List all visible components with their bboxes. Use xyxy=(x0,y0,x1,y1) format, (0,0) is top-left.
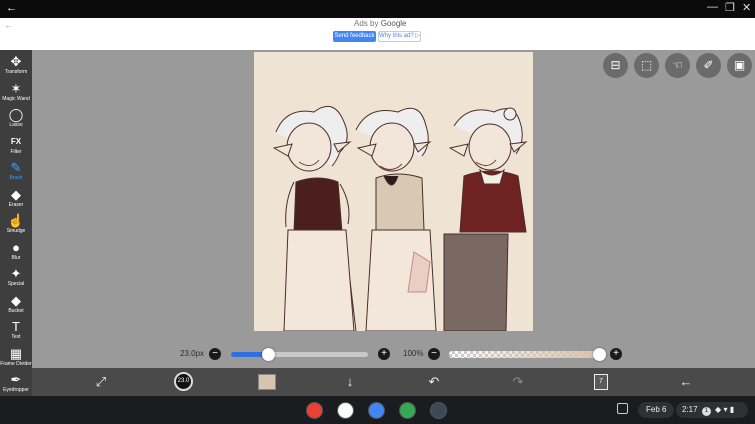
text-icon: T xyxy=(12,319,20,334)
signal-icon: ◆ xyxy=(715,405,722,414)
shelf-app-play-store[interactable] xyxy=(399,402,416,419)
tool-special[interactable]: ✦ Special xyxy=(0,266,32,292)
blur-drop-icon: ● xyxy=(12,239,20,255)
ads-brand: Google xyxy=(380,19,407,28)
tool-label: Bucket xyxy=(8,307,24,314)
tool-label: Blur xyxy=(11,254,21,261)
maximize-icon[interactable]: ❐ xyxy=(725,1,735,14)
image-reference-icon[interactable]: ▣ xyxy=(727,53,752,78)
opacity-minus-button[interactable]: − xyxy=(428,348,440,360)
ad-banner: ← Ads by Google Send feedback Why this a… xyxy=(0,18,755,50)
selection-tools-icon[interactable]: ⤢ xyxy=(92,373,110,391)
download-icon[interactable]: ↓ xyxy=(341,373,359,391)
brush-size-knob[interactable] xyxy=(261,348,275,361)
brush-size-plus-button[interactable]: + xyxy=(378,348,390,360)
tool-label: Brush xyxy=(9,175,23,181)
eraser-icon: ◆ xyxy=(11,186,21,202)
tool-label: Eraser xyxy=(8,201,24,208)
brush-size-minus-button[interactable]: − xyxy=(209,348,221,360)
minimize-icon[interactable]: — xyxy=(707,1,718,13)
tool-brush[interactable]: ✎ Brush xyxy=(0,160,32,186)
date-label: Feb 6 xyxy=(646,405,667,414)
tool-bucket[interactable]: ◆ Bucket xyxy=(0,293,32,319)
tool-label: Text xyxy=(11,334,21,340)
hand-tool-icon[interactable]: ☜ xyxy=(665,53,690,78)
layers-button[interactable]: 7 xyxy=(594,374,608,390)
magic-wand-icon: ✶ xyxy=(10,80,22,96)
shelf-app-ibispaint[interactable] xyxy=(430,402,447,419)
tool-label: Eyedropper xyxy=(3,387,29,393)
tool-label: Transform xyxy=(4,69,28,75)
tool-label: Lasso xyxy=(9,122,23,128)
brush-color-value: 23.0 xyxy=(177,378,190,384)
tool-eyedropper[interactable]: ✒ Eyedropper xyxy=(0,372,32,398)
lasso-icon: ◯ xyxy=(8,107,24,122)
tool-blur[interactable]: ● Blur xyxy=(0,240,32,266)
date-chip[interactable]: Feb 6 xyxy=(638,402,675,418)
os-shelf: Feb 6 2:17 1 ◆ ▾ ▮ xyxy=(0,396,755,424)
ad-back-icon[interactable]: ← xyxy=(4,20,13,30)
left-toolbar: ✥ Transform ✶ Magic Wand ◯ Lasso FX Filter ✎ Brus… xyxy=(0,50,32,396)
fx-icon: FX xyxy=(10,136,22,146)
drawing-canvas[interactable] xyxy=(254,52,533,331)
back-icon[interactable]: ← xyxy=(677,373,695,391)
window-back-icon[interactable]: ← xyxy=(6,2,17,14)
tool-smudge[interactable]: ☝ Smudge xyxy=(0,213,32,239)
why-this-ad-button[interactable]: Why this ad? ▷ xyxy=(378,31,421,42)
undo-icon[interactable]: ↶ xyxy=(425,373,443,391)
tool-transform[interactable]: ✥ Transform xyxy=(0,54,32,80)
tote-icon[interactable] xyxy=(617,403,628,414)
brush-size-label: 23.0px xyxy=(180,349,205,358)
bottom-bar: ⤢ 23.0 ↓ ↶ ↷ 7 ← xyxy=(32,368,755,396)
close-icon[interactable]: ✕ xyxy=(742,1,751,14)
opacity-slider[interactable] xyxy=(449,351,599,358)
shelf-app-gmail[interactable] xyxy=(337,402,354,419)
layer-count: 7 xyxy=(599,378,603,385)
tool-filter[interactable]: FX Filter xyxy=(0,134,32,160)
tool-label: Filter xyxy=(10,148,22,155)
ads-by-label: Ads by Google xyxy=(354,19,407,28)
tool-label: Magic Wand xyxy=(2,95,30,102)
figure-left xyxy=(272,105,357,331)
smudge-icon: ☝ xyxy=(7,213,25,228)
opacity-plus-button[interactable]: + xyxy=(610,348,622,360)
brush-icon: ✎ xyxy=(10,160,22,175)
battery-icon: ▮ xyxy=(729,405,735,414)
tool-lasso[interactable]: ◯ Lasso xyxy=(0,107,32,133)
shelf-app-docs[interactable] xyxy=(368,402,385,419)
redo-icon[interactable]: ↷ xyxy=(509,373,527,391)
wifi-icon: ▾ xyxy=(723,405,728,414)
selection-icon[interactable]: ⬚ xyxy=(634,53,659,78)
brush-color-button[interactable]: 23.0 xyxy=(174,372,193,391)
tool-frame-divider[interactable]: ▦ Frame Divider xyxy=(0,346,32,372)
special-wand-icon: ✦ xyxy=(10,266,22,281)
opacity-knob[interactable] xyxy=(593,348,606,361)
tool-label: Smudge xyxy=(6,228,26,234)
eyedropper-icon: ✒ xyxy=(10,372,22,387)
tool-eraser[interactable]: ◆ Eraser xyxy=(0,187,32,213)
status-tray[interactable]: 2:17 1 ◆ ▾ ▮ xyxy=(676,402,748,418)
frame-divider-icon: ▦ xyxy=(9,345,23,361)
opacity-label: 100% xyxy=(403,349,424,358)
ads-by-text: Ads by xyxy=(354,19,379,28)
toggle-panel-icon[interactable]: ⊟ xyxy=(603,53,628,78)
bucket-icon: ◆ xyxy=(11,292,21,308)
tool-label: Special xyxy=(7,281,25,287)
tool-text[interactable]: T Text xyxy=(0,319,32,345)
ruler-icon[interactable]: ✐ xyxy=(696,53,721,78)
artwork xyxy=(272,105,528,331)
send-feedback-button[interactable]: Send feedback xyxy=(333,31,376,42)
tool-label: Frame Divider xyxy=(0,360,32,367)
window-titlebar: ← — ❐ ✕ xyxy=(0,0,755,18)
time-label: 2:17 xyxy=(682,405,698,414)
move-arrows-icon: ✥ xyxy=(10,54,22,69)
secondary-color-swatch[interactable] xyxy=(258,374,276,390)
figure-right xyxy=(443,107,528,331)
figure-middle xyxy=(355,107,437,331)
tool-magic-wand[interactable]: ✶ Magic Wand xyxy=(0,81,32,107)
brush-size-slider[interactable] xyxy=(231,352,368,357)
notification-badge: 1 xyxy=(701,407,711,416)
shelf-app-chrome[interactable] xyxy=(306,402,323,419)
